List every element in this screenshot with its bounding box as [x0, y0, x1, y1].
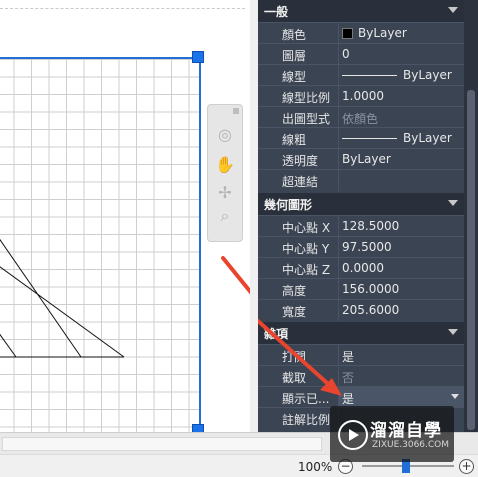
chevron-down-icon[interactable]	[451, 394, 459, 399]
panel-scrollbar[interactable]	[464, 0, 478, 432]
pan-hand-icon[interactable]: ✋	[214, 153, 236, 175]
zoom-in-button[interactable]: +	[459, 459, 474, 474]
scrollbar-thumb[interactable]	[467, 90, 475, 430]
watermark-name: 溜溜自學	[370, 421, 442, 441]
collapse-icon[interactable]	[448, 200, 458, 206]
property-row-width[interactable]: 寬度 205.6000	[258, 299, 464, 321]
property-value: ByLayer	[342, 152, 391, 166]
property-value: ByLayer	[403, 131, 452, 145]
property-row-transparency[interactable]: 透明度 ByLayer	[258, 148, 464, 170]
property-value: 0	[342, 47, 350, 61]
properties-panel: 一般 顏色 ByLayer 圖層 0 線型 ByLayer 線型比例 1.000…	[258, 0, 465, 432]
drawing-geometry	[0, 238, 125, 358]
viewport-grip-top-right[interactable]	[192, 51, 204, 63]
property-label: 線型比例	[282, 91, 331, 105]
watermark: 溜溜自學 ZIXUE.3066.COM	[330, 406, 454, 462]
watermark-logo-icon	[338, 420, 368, 450]
display-locked-select[interactable]: 是	[338, 387, 465, 408]
zoom-level[interactable]: 100%	[298, 460, 332, 474]
collapse-icon[interactable]	[448, 329, 458, 335]
property-value: 205.6000	[342, 303, 400, 317]
property-row-display-locked[interactable]: 顯示已... 是	[258, 386, 465, 408]
layout-viewport[interactable]	[0, 57, 201, 432]
property-row-linetype[interactable]: 線型 ByLayer	[258, 64, 464, 86]
property-label: 顏色	[282, 28, 307, 42]
property-value: 依顏色	[342, 112, 379, 126]
property-value: ByLayer	[358, 26, 407, 40]
property-row-linetype-scale[interactable]: 線型比例 1.0000	[258, 85, 464, 107]
property-label: 打開	[282, 350, 307, 364]
paper-boundary	[0, 8, 245, 9]
property-value: 1.0000	[342, 89, 384, 103]
lineweight-preview-icon	[342, 138, 397, 139]
section-geometry-header[interactable]: 幾何圖形	[258, 193, 464, 215]
property-row-center-y[interactable]: 中心點 Y 97.5000	[258, 236, 464, 258]
property-value: 0.0000	[342, 261, 384, 275]
property-row-hyperlink[interactable]: 超連結	[258, 169, 464, 191]
property-label: 中心點 Z	[282, 263, 331, 277]
property-label: 中心點 Y	[282, 242, 330, 256]
property-label: 線粗	[282, 133, 307, 147]
property-value: 否	[342, 371, 355, 385]
section-general-header[interactable]: 一般	[258, 0, 464, 22]
property-value: ByLayer	[403, 68, 452, 82]
watermark-url: ZIXUE.3066.COM	[372, 440, 450, 450]
property-label: 圖層	[282, 49, 307, 63]
steering-wheel-icon[interactable]: ◎	[214, 123, 236, 145]
property-row-center-x[interactable]: 中心點 X 128.5000	[258, 215, 464, 237]
drawing-canvas[interactable]: ◎ ✋ ✢ ⌕	[0, 0, 250, 432]
property-row-height[interactable]: 高度 156.0000	[258, 278, 464, 300]
navigation-bar: ◎ ✋ ✢ ⌕	[207, 104, 243, 242]
property-row-clipped[interactable]: 截取 否	[258, 365, 464, 387]
property-value: 是	[342, 392, 355, 406]
linetype-preview-icon	[342, 75, 397, 76]
zoom-icon[interactable]: ⌕	[214, 205, 236, 227]
property-label: 線型	[282, 70, 307, 84]
section-title: 雜項	[264, 326, 289, 341]
property-row-center-z[interactable]: 中心點 Z 0.0000	[258, 257, 464, 279]
property-label: 高度	[282, 284, 307, 298]
property-label: 註解比例	[282, 413, 331, 427]
property-label: 出圖型式	[282, 112, 331, 126]
property-value: 97.5000	[342, 240, 392, 254]
collapse-icon[interactable]	[448, 7, 458, 13]
property-label: 超連結	[282, 175, 319, 189]
property-value: 是	[342, 350, 355, 364]
close-icon[interactable]	[233, 108, 239, 114]
property-label: 截取	[282, 371, 307, 385]
property-row-lineweight[interactable]: 線粗 ByLayer	[258, 127, 464, 149]
property-row-plot-style[interactable]: 出圖型式 依顏色	[258, 106, 464, 128]
property-row-on[interactable]: 打開 是	[258, 344, 464, 366]
property-label: 透明度	[282, 154, 319, 168]
property-row-layer[interactable]: 圖層 0	[258, 43, 464, 65]
section-misc-header[interactable]: 雜項	[258, 322, 464, 344]
property-value: 128.5000	[342, 219, 400, 233]
scrollbar-track[interactable]	[2, 437, 322, 451]
property-label: 顯示已...	[282, 392, 330, 406]
property-label: 中心點 X	[282, 221, 331, 235]
section-title: 幾何圖形	[264, 197, 313, 212]
viewport-grip-bottom-right[interactable]	[192, 424, 204, 432]
section-title: 一般	[264, 4, 289, 19]
zoom-extents-icon[interactable]: ✢	[214, 181, 236, 203]
property-label: 寬度	[282, 305, 307, 319]
color-swatch-icon	[342, 28, 353, 39]
property-row-color[interactable]: 顏色 ByLayer	[258, 22, 464, 44]
property-value: 156.0000	[342, 282, 400, 296]
